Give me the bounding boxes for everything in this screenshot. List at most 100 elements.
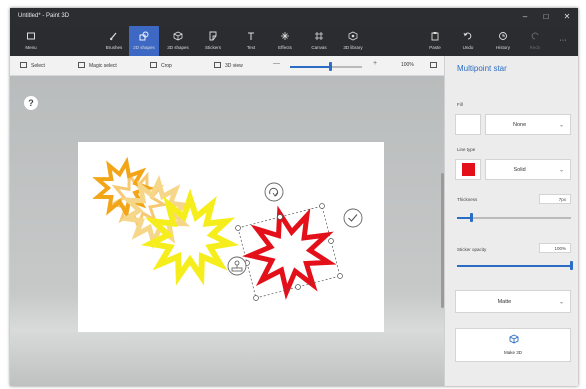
menu-label: Menu: [25, 45, 37, 50]
confirm-check-icon[interactable]: [343, 208, 363, 228]
window-title: Untitled* - Paint 3D: [18, 13, 70, 19]
menu-icon: [16, 31, 46, 43]
resize-handle[interactable]: [328, 238, 334, 244]
chevron-down-icon: ⌄: [558, 299, 564, 305]
canvas-drawing: [92, 156, 363, 301]
red-star-shape[interactable]: [242, 205, 337, 300]
magic-select-icon: [78, 62, 85, 68]
paste-button[interactable]: Paste: [420, 26, 450, 56]
title-bar: Untitled* - Paint 3D – □ ✕: [10, 8, 578, 26]
more-button[interactable]: ···: [550, 26, 576, 56]
crop-button[interactable]: Crop: [150, 62, 172, 69]
brushes-label: Brushes: [105, 45, 123, 50]
minimize-button[interactable]: –: [516, 11, 534, 23]
text-tool[interactable]: Text: [236, 26, 266, 56]
menu-button[interactable]: Menu: [16, 26, 46, 56]
history-label: History: [495, 45, 510, 50]
effects-icon: [270, 31, 300, 43]
undo-icon: [453, 31, 483, 43]
help-button[interactable]: ?: [24, 96, 38, 110]
fill-dropdown[interactable]: None ⌄: [485, 114, 571, 135]
library-label: 3D library: [343, 45, 363, 50]
effects-tool[interactable]: Effects: [270, 26, 300, 56]
zoom-slider-fill: [290, 66, 330, 68]
history-button[interactable]: History: [488, 26, 518, 56]
thickness-slider-track[interactable]: [457, 217, 571, 219]
zoom-percentage[interactable]: 100%: [401, 62, 414, 68]
line-type-dropdown[interactable]: Solid ⌄: [485, 159, 571, 180]
make-3d-button[interactable]: Make 3D: [455, 328, 571, 362]
effects-label: Effects: [278, 45, 292, 50]
zoom-out-button[interactable]: —: [273, 60, 280, 67]
canvas-label: Canvas: [311, 45, 327, 50]
fill-color-swatch[interactable]: [455, 114, 481, 135]
3d-shapes-label: 3D shapes: [167, 45, 189, 50]
brushes-tool[interactable]: Brushes: [99, 26, 129, 56]
2d-shapes-icon: [129, 31, 159, 43]
more-label: ···: [559, 37, 567, 44]
canvas-paper[interactable]: [78, 142, 384, 332]
3d-shapes-tool[interactable]: 3D shapes: [163, 26, 193, 56]
3d-library-tool[interactable]: 3D library: [338, 26, 368, 56]
zoom-in-button[interactable]: +: [373, 60, 377, 67]
maximize-button[interactable]: □: [537, 11, 555, 23]
close-button[interactable]: ✕: [558, 11, 576, 23]
sticker-icon: [198, 31, 228, 43]
redo-button[interactable]: Redo: [520, 26, 550, 56]
canvas-icon: [304, 31, 334, 43]
3d-shapes-icon: [163, 31, 193, 43]
redo-label: Redo: [529, 45, 541, 50]
line-color-swatch: [462, 163, 475, 176]
crop-label: Crop: [161, 63, 172, 69]
select-icon: [20, 62, 27, 68]
resize-handle[interactable]: [253, 295, 259, 301]
undo-button[interactable]: Undo: [453, 26, 483, 56]
shape-properties-panel: Multipoint star Fill None ⌄ Line type So…: [444, 56, 578, 386]
thickness-value[interactable]: 7px: [539, 194, 571, 204]
fit-view-button[interactable]: [430, 62, 441, 69]
paste-label: Paste: [429, 45, 441, 50]
panel-title: Multipoint star: [457, 64, 507, 73]
selection-toolbar: Select Magic select Crop 3D view — + 100…: [10, 56, 444, 76]
magic-select-button[interactable]: Magic select: [78, 62, 117, 69]
chevron-down-icon: ⌄: [558, 122, 564, 128]
2d-shapes-label: 2D shapes: [133, 45, 155, 50]
paint3d-window: Untitled* - Paint 3D – □ ✕ Menu Brushes …: [10, 8, 578, 386]
stickers-tool[interactable]: Stickers: [198, 26, 228, 56]
opacity-slider-thumb[interactable]: [570, 261, 573, 270]
library-icon: [338, 31, 368, 43]
opacity-value[interactable]: 100%: [539, 243, 571, 253]
crop-icon: [150, 62, 157, 68]
yellow-star-shape[interactable]: [140, 188, 240, 286]
stamp-icon[interactable]: [227, 256, 247, 276]
canvas-tool[interactable]: Canvas: [304, 26, 334, 56]
resize-handle[interactable]: [319, 203, 325, 209]
fill-label: Fill: [457, 102, 463, 107]
make-3d-label: Make 3D: [503, 350, 522, 355]
fit-view-icon: [430, 62, 437, 68]
opacity-label: Sticker opacity: [457, 247, 487, 252]
2d-shapes-tool[interactable]: 2D shapes: [129, 26, 159, 56]
resize-handle[interactable]: [277, 214, 283, 220]
fill-value: None: [513, 121, 527, 128]
line-type-label: Line type: [457, 147, 476, 152]
text-label: Text: [246, 45, 256, 50]
stickers-label: Stickers: [204, 45, 221, 50]
main-toolbar: Menu Brushes 2D shapes 3D shapes Sticker…: [10, 26, 578, 56]
select-button[interactable]: Select: [20, 62, 45, 69]
brush-icon: [99, 31, 129, 43]
line-type-value: Solid: [513, 166, 526, 173]
zoom-slider-thumb[interactable]: [329, 62, 332, 71]
3d-view-button[interactable]: 3D view: [214, 62, 243, 69]
rotate-icon[interactable]: [264, 182, 284, 202]
thickness-slider-thumb[interactable]: [470, 213, 473, 222]
finish-value: Matte: [497, 298, 512, 305]
resize-handle[interactable]: [295, 284, 301, 290]
thickness-slider-fill: [457, 217, 471, 219]
resize-handle[interactable]: [337, 273, 343, 279]
3d-view-icon: [214, 62, 221, 68]
resize-handle[interactable]: [235, 225, 241, 231]
opacity-slider-fill: [457, 265, 571, 267]
line-color-button[interactable]: [455, 159, 481, 180]
finish-dropdown[interactable]: Matte ⌄: [455, 290, 571, 313]
